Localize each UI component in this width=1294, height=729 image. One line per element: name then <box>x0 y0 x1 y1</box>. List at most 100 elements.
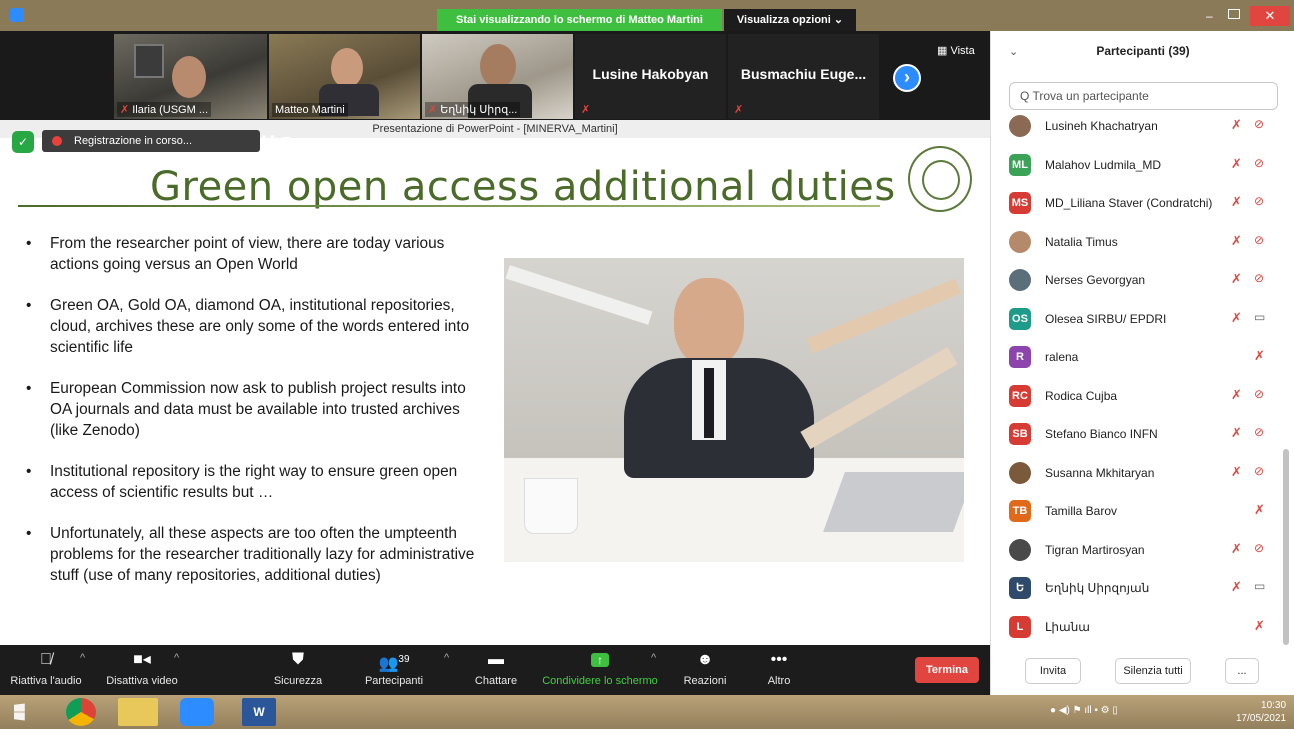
unmute-label: Riattiva l'audio <box>10 675 82 687</box>
zoom-taskbar-icon[interactable] <box>180 698 214 726</box>
mic-muted-icon: ✗ <box>1231 194 1242 209</box>
participant-avatar: TB <box>1009 500 1031 522</box>
shared-slide: Green open access additional duties From… <box>0 138 990 645</box>
security-shield-icon[interactable]: ✓ <box>12 131 34 153</box>
next-page-arrow-icon[interactable]: › <box>893 64 921 92</box>
stop-recording-icon[interactable] <box>282 137 290 145</box>
slide-title: Green open access additional duties <box>150 164 896 210</box>
camera-off-icon: ⊘ <box>1254 155 1265 170</box>
bullet-list: From the researcher point of view, there… <box>26 233 476 606</box>
participant-avatar <box>1009 538 1031 561</box>
participant-search-input[interactable]: Q Trova un partecipante <box>1009 82 1278 110</box>
mic-muted-icon: ✗ <box>581 104 591 116</box>
participant-row[interactable]: SB Stefano Bianco INFN ✗ ⊘ <box>991 417 1281 455</box>
participant-row[interactable]: MS MD_Liliana Staver (Condratchi) ✗ ⊘ <box>991 186 1281 224</box>
participants-caret-icon[interactable]: ^ <box>444 652 449 664</box>
participant-name: Nerses Gevorgyan <box>1045 273 1146 287</box>
maximize-button[interactable] <box>1228 9 1240 19</box>
system-tray-icons[interactable]: ● ◀) ⚑ ıll ▪ ⚙ ▯ <box>1050 705 1170 719</box>
share-screen-button[interactable]: ↑ Condividere lo schermo <box>536 645 664 695</box>
participants-label: Partecipanti <box>364 675 424 687</box>
mic-muted-icon: ✗ <box>1254 502 1265 517</box>
video-tile-name: ✗ Եղնիկ Սիրզ... <box>425 102 521 117</box>
participant-name: Lusineh Khachatryan <box>1045 119 1158 133</box>
chat-bubble-icon: ▬ <box>488 651 504 668</box>
participant-avatar: R <box>1009 346 1031 368</box>
camera-off-icon: ⊘ <box>1254 386 1265 401</box>
emoji-reaction-icon: ☻ <box>696 651 714 668</box>
video-tile[interactable]: ✗ Եղնիկ Սիրզ... <box>422 34 573 119</box>
reactions-label: Reazioni <box>683 675 727 687</box>
video-tile-no-camera[interactable]: Busmachiu Euge... ✗ <box>728 34 879 119</box>
participant-row[interactable]: Ե Եղնիկ Սիրզոյան ✗ ▭ <box>991 571 1281 609</box>
chrome-icon[interactable] <box>66 698 96 726</box>
camera-off-icon: ⊘ <box>1254 425 1265 439</box>
camera-off-icon: ⊘ <box>1254 271 1265 285</box>
mic-muted-icon: ✗ <box>1231 386 1242 402</box>
reactions-button[interactable]: ☻ Reazioni <box>676 645 734 695</box>
participant-name: Tamilla Barov <box>1045 504 1118 518</box>
participant-row[interactable]: OS Olesea SIRBU/ EPDRI ✗ ▭ <box>991 302 1281 340</box>
mic-muted-icon: ✗ <box>1231 271 1242 286</box>
pause-recording-icon[interactable]: ❚❚ <box>260 130 277 152</box>
camera-off-icon: ⊘ <box>1254 194 1265 208</box>
bullet-item: European Commission now ask to publish p… <box>26 378 476 441</box>
file-explorer-icon[interactable] <box>118 698 158 726</box>
mic-muted-icon: ✗ <box>1231 540 1242 556</box>
more-button[interactable]: ••• Altro <box>752 645 806 695</box>
participant-row[interactable]: Nerses Gevorgyan ✗ ⊘ <box>991 263 1281 301</box>
participant-avatar: MS <box>1009 192 1031 214</box>
word-icon[interactable]: W <box>242 698 276 726</box>
gallery-view-button[interactable]: ▦ Vista <box>937 44 975 57</box>
camera-off-icon: ⊘ <box>1254 463 1265 478</box>
participant-row[interactable]: Susanna Mkhitaryan ✗ ⊘ <box>991 456 1281 494</box>
participant-avatar <box>1009 115 1031 137</box>
participant-row[interactable]: RC Rodica Cujba ✗ ⊘ <box>991 379 1281 417</box>
participant-row[interactable]: ML Malahov Ludmila_MD ✗ ⊘ <box>991 148 1281 186</box>
unmute-button[interactable]: 🎙̸ Riattiva l'audio <box>0 645 92 695</box>
end-meeting-button[interactable]: Termina <box>915 657 979 683</box>
view-options-button[interactable]: Visualizza opzioni ⌄ <box>724 9 856 31</box>
participant-name: Եղնիկ Սիրզոյան <box>1045 581 1150 595</box>
share-options-caret-icon[interactable]: ^ <box>651 652 656 664</box>
invite-button[interactable]: Invita <box>1025 658 1081 684</box>
start-button-icon[interactable] <box>14 703 25 721</box>
stressed-businessman-photo <box>504 258 964 562</box>
close-button[interactable]: ✕ <box>1250 6 1290 26</box>
recording-dot-icon <box>52 136 62 146</box>
share-screen-icon: ↑ <box>536 645 664 675</box>
participant-name: Lusine Hakobyan <box>592 66 709 82</box>
participant-row[interactable]: Tigran Martirosyan ✗ ⊘ <box>991 533 1281 571</box>
participant-list-scrollbar[interactable] <box>1283 449 1289 645</box>
participants-icon: 👥39 <box>378 654 410 673</box>
minimize-button[interactable]: – <box>1206 9 1213 23</box>
screen-share-banner: Stai visualizzando lo schermo di Matteo … <box>437 9 722 31</box>
stop-video-button[interactable]: ■◂ Disattiva video <box>100 645 184 695</box>
participant-row[interactable]: L Լիանա ✗ <box>991 610 1281 648</box>
participant-row[interactable]: Lusineh Khachatryan ✗ ⊘ <box>991 109 1281 147</box>
video-tile-no-camera[interactable]: Lusine Hakobyan ✗ <box>575 34 726 119</box>
bullet-item: From the researcher point of view, there… <box>26 233 476 275</box>
participant-avatar: L <box>1009 615 1031 638</box>
participant-name: Susanna Mkhitaryan <box>1045 465 1155 480</box>
participants-count: 39 <box>398 654 410 665</box>
chat-button[interactable]: ▬ Chattare <box>466 645 526 695</box>
mic-muted-icon: ✗ <box>1231 309 1242 325</box>
mute-all-button[interactable]: Silenzia tutti <box>1115 658 1191 684</box>
video-tile[interactable]: ✗ Ilaria (USGM ... <box>114 34 267 119</box>
share-label: Condividere lo schermo <box>542 675 658 687</box>
participant-row[interactable]: Rralena ✗ <box>991 340 1281 378</box>
participant-list: Lusineh Khachatryan ✗ ⊘ ML Malahov Ludmila_M… <box>991 109 1294 649</box>
video-camera-icon: ■◂ <box>133 651 151 668</box>
participant-name: Stefano Bianco INFN <box>1045 427 1158 441</box>
participant-row[interactable]: Natalia Timus ✗ ⊘ <box>991 225 1281 263</box>
mic-muted-icon: ✗ <box>1231 579 1242 594</box>
bullet-item: Unfortunately, all these aspects are too… <box>26 523 476 586</box>
participants-button[interactable]: 👥39 Partecipanti <box>352 645 436 695</box>
audio-options-caret-icon[interactable]: ^ <box>80 652 85 664</box>
more-options-button[interactable]: ... <box>1225 658 1259 684</box>
video-options-caret-icon[interactable]: ^ <box>174 652 179 664</box>
security-button[interactable]: ⛊ Sicurezza <box>262 645 334 695</box>
video-tile-active-speaker[interactable]: Matteo Martini <box>269 34 420 119</box>
participant-row[interactable]: TB Tamilla Barov ✗ <box>991 494 1281 532</box>
